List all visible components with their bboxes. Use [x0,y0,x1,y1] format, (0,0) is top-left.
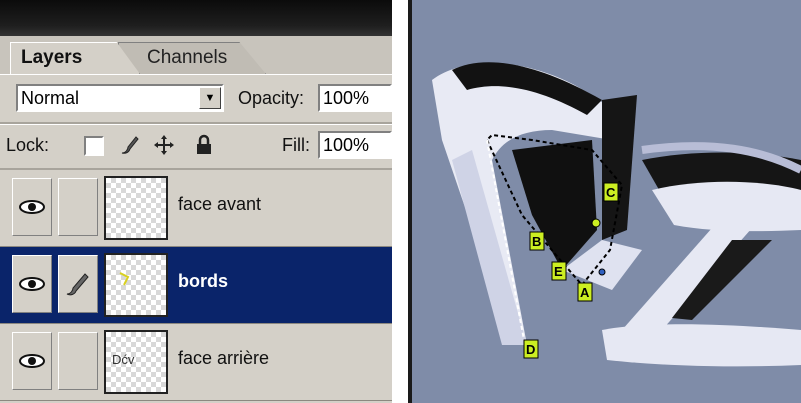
opacity-label: Opacity: [238,88,305,108]
layer-row-face-avant[interactable]: face avant [0,170,392,247]
layer-name: bords [178,271,229,291]
svg-text:D: D [526,342,535,357]
visibility-toggle[interactable] [12,255,52,313]
marker-e[interactable]: E [551,261,567,281]
layer-row-face-arriere[interactable]: Dćv face arrière [0,324,392,401]
visibility-toggle[interactable] [12,178,52,236]
svg-text:C: C [606,185,616,200]
layers-list: face avant bords Dćv face arrière [0,170,392,403]
document-canvas[interactable]: A B C D E [412,0,801,403]
eye-icon [19,354,45,368]
tab-channels[interactable]: Channels [118,42,266,74]
link-toggle[interactable] [58,332,98,390]
layer-name: face avant [178,194,262,214]
layers-panel: Channels Layers Normal ▼ Opacity: 100% L… [0,0,392,403]
artwork: A B C D E [432,62,801,367]
blend-row: Normal ▼ Opacity: 100% [0,76,392,122]
move-icon[interactable] [152,133,176,157]
link-toggle[interactable] [58,255,98,313]
svg-text:E: E [554,264,563,279]
opacity-field[interactable]: 100% [318,84,392,112]
layer-thumbnail: Dćv [104,330,168,394]
visibility-toggle[interactable] [12,332,52,390]
fill-field[interactable]: 100% [318,131,392,159]
eye-icon [19,200,45,214]
svg-text:B: B [532,234,541,249]
layer-row-bords[interactable]: bords [0,247,392,324]
marker-b[interactable]: B [529,231,545,251]
lock-label: Lock: [6,135,50,155]
anchor-point[interactable] [591,218,601,228]
brush-icon[interactable] [118,133,142,157]
z-letter-bottom [602,324,801,367]
marker-a[interactable]: A [577,282,593,302]
fill-label: Fill: [282,135,310,155]
thumbnail-text: Dćv [112,352,135,367]
lock-row: Lock: Fill: 100% [0,124,392,168]
layer-name: face arrière [178,348,270,368]
svg-text:A: A [580,285,590,300]
layer-thumbnail [104,176,168,240]
thumbnail-stroke-icon [119,272,130,286]
brush-icon [66,273,89,296]
front-letter-inner-shadow [512,140,597,270]
padlock-icon[interactable] [192,133,216,157]
panel-title-bar[interactable] [0,0,392,36]
marker-d[interactable]: D [523,339,539,359]
chevron-down-icon[interactable]: ▼ [199,87,221,109]
eye-icon [19,277,45,291]
z-letter-top [652,181,801,232]
marker-c[interactable]: C [603,182,619,202]
link-toggle[interactable] [58,178,98,236]
blend-mode-select[interactable]: Normal ▼ [16,84,224,112]
anchor-point[interactable] [598,268,606,276]
blend-mode-value: Normal [21,88,80,108]
panel-tabs: Channels Layers [0,36,392,75]
layer-thumbnail [104,253,168,317]
transparency-lock-icon[interactable] [84,136,104,156]
